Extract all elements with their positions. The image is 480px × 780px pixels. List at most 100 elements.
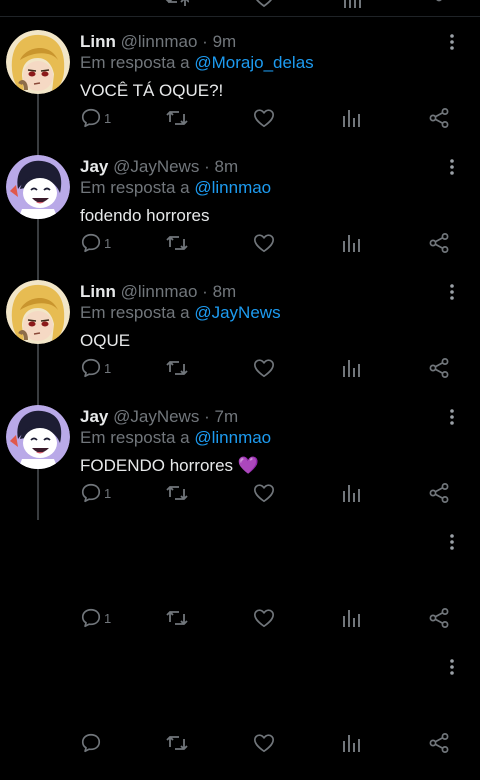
mention-link[interactable]: @JayNews	[194, 303, 280, 322]
avatar[interactable]	[6, 405, 70, 469]
tweet-actions: 1	[0, 481, 480, 507]
bar-chart-icon	[341, 482, 363, 504]
avatar[interactable]	[6, 155, 70, 219]
retweet-button[interactable]	[165, 606, 189, 630]
like-button[interactable]	[253, 231, 275, 255]
tweet-header: Jay @JayNews · 8m	[80, 157, 238, 177]
reply-count: 1	[104, 360, 112, 376]
bar-chart-icon	[341, 107, 363, 129]
views-button[interactable]	[341, 106, 363, 130]
username[interactable]: @JayNews	[113, 157, 199, 176]
reply-icon	[80, 607, 102, 629]
timestamp[interactable]: 7m	[214, 407, 238, 426]
stats-icon[interactable]	[343, 0, 361, 13]
display-name[interactable]: Linn	[80, 32, 116, 51]
reply-context-label: Em resposta a	[80, 53, 190, 72]
bar-chart-icon	[341, 732, 363, 754]
heart-icon	[253, 107, 275, 129]
share-button[interactable]	[428, 731, 450, 755]
retweet-button[interactable]	[165, 356, 189, 380]
share-icon[interactable]	[430, 0, 448, 13]
more-options-icon[interactable]	[444, 32, 460, 52]
heart-icon	[253, 482, 275, 504]
separator: ·	[202, 32, 208, 51]
tweet[interactable]: Linn @linnmao · 8m Em resposta a @JayNew…	[0, 278, 480, 403]
more-options-icon[interactable]	[444, 407, 460, 427]
retweet-icon	[165, 607, 189, 629]
reply-context-label: Em resposta a	[80, 303, 190, 322]
like-button[interactable]	[253, 356, 275, 380]
share-button[interactable]	[428, 356, 450, 380]
reply-button[interactable]	[80, 731, 104, 755]
placeholder-tweet[interactable]	[0, 653, 480, 778]
share-icon	[428, 107, 450, 129]
share-icon	[428, 357, 450, 379]
retweet-icon	[165, 482, 189, 504]
username[interactable]: @linnmao	[121, 282, 198, 301]
separator: ·	[202, 282, 208, 301]
retweet-button[interactable]	[165, 731, 189, 755]
retweet-button[interactable]	[165, 231, 189, 255]
share-button[interactable]	[428, 606, 450, 630]
timestamp[interactable]: 8m	[214, 157, 238, 176]
more-options-icon[interactable]	[444, 532, 460, 552]
share-button[interactable]	[428, 481, 450, 505]
display-name[interactable]: Jay	[80, 407, 108, 426]
like-icon[interactable]	[253, 0, 275, 13]
views-button[interactable]	[341, 356, 363, 380]
display-name[interactable]: Jay	[80, 157, 108, 176]
share-button[interactable]	[428, 106, 450, 130]
retweet-icon	[165, 357, 189, 379]
share-icon	[428, 482, 450, 504]
reply-button[interactable]: 1	[80, 106, 111, 130]
username[interactable]: @linnmao	[121, 32, 198, 51]
tweet-actions: 1	[0, 356, 480, 382]
retweet-icon	[165, 232, 189, 254]
reply-count: 1	[104, 485, 112, 501]
more-options-icon[interactable]	[444, 657, 460, 677]
retweet-icon	[165, 107, 189, 129]
share-button[interactable]	[428, 231, 450, 255]
like-button[interactable]	[253, 731, 275, 755]
timestamp[interactable]: 8m	[213, 282, 237, 301]
reply-button[interactable]: 1	[80, 356, 111, 380]
avatar[interactable]	[6, 30, 70, 94]
mention-link[interactable]: @linnmao	[194, 178, 271, 197]
like-button[interactable]	[253, 481, 275, 505]
tweet[interactable]: Linn @linnmao · 9m Em resposta a @Morajo…	[0, 28, 480, 153]
bar-chart-icon	[341, 232, 363, 254]
share-icon	[428, 232, 450, 254]
views-button[interactable]	[341, 481, 363, 505]
views-button[interactable]	[341, 231, 363, 255]
reply-button[interactable]: 1	[80, 481, 111, 505]
display-name[interactable]: Linn	[80, 282, 116, 301]
reply-icon	[80, 482, 102, 504]
avatar[interactable]	[6, 280, 70, 344]
tweet[interactable]: Jay @JayNews · 8m Em resposta a @linnmao…	[0, 153, 480, 278]
more-options-icon[interactable]	[444, 157, 460, 177]
tweet[interactable]: Jay @JayNews · 7m Em resposta a @linnmao…	[0, 403, 480, 528]
placeholder-tweet[interactable]: 1	[0, 528, 480, 653]
tweet-actions: 1	[0, 106, 480, 132]
heart-icon	[253, 607, 275, 629]
heart-icon	[253, 232, 275, 254]
more-options-icon[interactable]	[444, 282, 460, 302]
views-button[interactable]	[341, 606, 363, 630]
reply-context: Em resposta a @linnmao	[80, 178, 271, 198]
retweet-button[interactable]	[165, 481, 189, 505]
reply-icon	[80, 107, 102, 129]
retweet-icon[interactable]	[165, 0, 190, 13]
tweet-actions: 1	[0, 606, 480, 632]
like-button[interactable]	[253, 106, 275, 130]
retweet-button[interactable]	[165, 106, 189, 130]
timestamp[interactable]: 9m	[213, 32, 237, 51]
previous-tweet-actions	[0, 0, 480, 17]
reply-button[interactable]: 1	[80, 231, 111, 255]
mention-link[interactable]: @linnmao	[194, 428, 271, 447]
like-button[interactable]	[253, 606, 275, 630]
reply-button[interactable]: 1	[80, 606, 111, 630]
mention-link[interactable]: @Morajo_delas	[194, 53, 313, 72]
views-button[interactable]	[341, 731, 363, 755]
tweet-actions	[0, 731, 480, 757]
username[interactable]: @JayNews	[113, 407, 199, 426]
